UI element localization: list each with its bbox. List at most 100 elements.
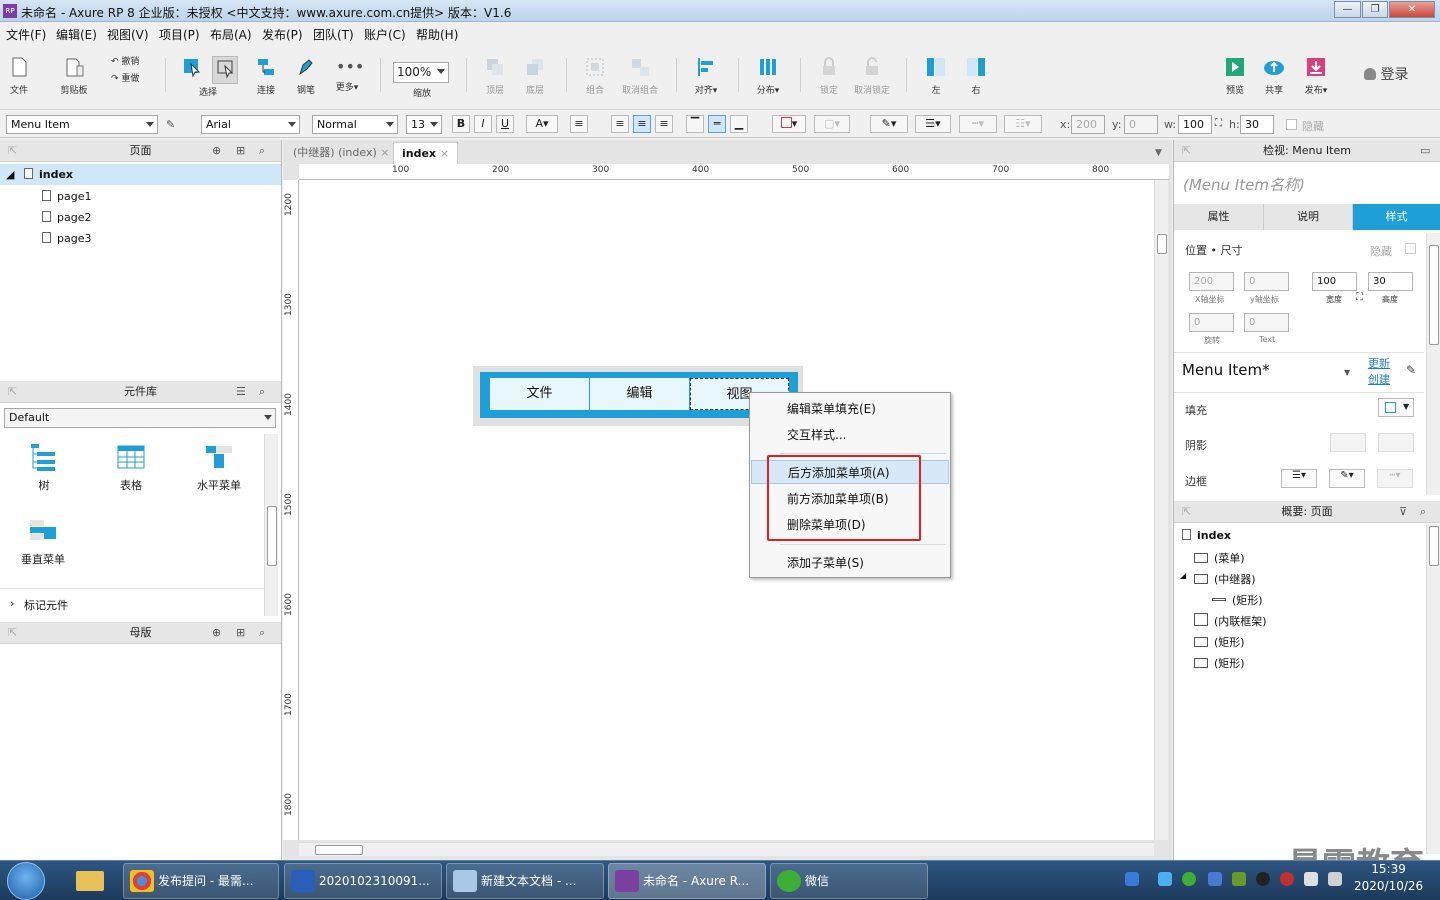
tab-notes[interactable]: 说明 [1264, 204, 1353, 230]
inspector-h-input[interactable]: 30 [1368, 272, 1413, 291]
page-item[interactable]: page2 [42, 211, 91, 224]
ctx-add-submenu[interactable]: 添加子菜单(S) [751, 551, 949, 575]
marker-widgets-row[interactable]: › 标记元件 [0, 588, 264, 618]
task-notepad[interactable]: 新建文本文档 - ... [446, 863, 604, 899]
menu-publish[interactable]: 发布(P) [262, 26, 303, 43]
line-pattern-button[interactable]: ┅▾ [959, 115, 997, 133]
unlock-button[interactable]: 取消锁定 [852, 56, 892, 96]
library-scrollbar[interactable] [264, 434, 278, 616]
dock-right-button[interactable]: 右 [964, 56, 988, 96]
distribute-button[interactable]: 分布▾ [752, 56, 784, 96]
pen-button[interactable]: 钢笔 [294, 56, 318, 96]
style-editor-icon[interactable]: ✎ [166, 118, 175, 131]
nvidia-icon[interactable] [1232, 872, 1246, 886]
add-master-icon[interactable]: ⊕ [212, 622, 221, 644]
send-to-bottom-button[interactable]: 底层 [522, 56, 548, 96]
scrollbar-thumb[interactable] [1429, 245, 1439, 345]
widget-vertical-menu[interactable]: 垂直菜单 [18, 516, 68, 567]
chevron-down-icon[interactable]: ▼ [1344, 368, 1350, 377]
menu-file[interactable]: 文件(F) [6, 26, 46, 43]
menu-team[interactable]: 团队(T) [313, 26, 354, 43]
undo-button[interactable]: ↶ 撤销 [111, 54, 139, 67]
y-input[interactable]: 0 [1124, 115, 1158, 134]
group-button[interactable]: 组合 [582, 56, 608, 96]
fill-color-picker[interactable]: ▼ [1378, 398, 1414, 417]
notes-page-icon[interactable]: ▭ [1420, 140, 1430, 162]
task-word[interactable]: 2020102310091... [284, 863, 442, 899]
ctx-interaction-style[interactable]: 交互样式... [751, 423, 949, 447]
redo-button[interactable]: ↷ 重做 [111, 71, 139, 84]
style-editor-icon[interactable]: ✎ [1406, 363, 1416, 377]
add-folder-icon[interactable]: ⊞ [236, 622, 245, 644]
arrow-style-button[interactable]: ☷▾ [1004, 115, 1042, 133]
outline-scrollbar[interactable] [1426, 524, 1440, 854]
preview-button[interactable]: 预览 [1222, 56, 1248, 96]
inspector-w-input[interactable]: 100 [1312, 272, 1357, 291]
bullet-list-button[interactable]: ≡ [570, 115, 588, 133]
line-width-button[interactable]: ☰▾ [915, 115, 951, 133]
page-index[interactable]: index [24, 168, 73, 181]
expand-arrow-icon[interactable]: ◢ [1180, 571, 1186, 580]
task-axure[interactable]: 未命名 - Axure R... [608, 863, 766, 899]
outline-root[interactable]: index [1182, 529, 1231, 542]
widget-name-input[interactable]: (Menu Item名称) [1183, 174, 1305, 195]
task-wechat[interactable]: 微信 [770, 863, 928, 899]
border-pattern-picker[interactable]: ┅▾ [1377, 469, 1413, 488]
menu-widget-item[interactable]: 编辑 [590, 378, 689, 410]
library-select[interactable]: Default [4, 408, 276, 428]
lock-ratio-icon[interactable]: ⛶ [1356, 292, 1363, 303]
dock-left-button[interactable]: 左 [924, 56, 948, 96]
ime-icon[interactable] [1125, 872, 1139, 886]
taskbar-clock[interactable]: 15:39 2020/10/26 [1354, 862, 1423, 893]
hidden-checkbox[interactable] [1405, 243, 1416, 254]
scrollbar-thumb[interactable] [267, 506, 277, 566]
tab-repeater[interactable]: (中继器) (index) × [285, 142, 397, 164]
align-button[interactable]: 对齐▾ [690, 56, 722, 96]
design-canvas[interactable] [299, 180, 1154, 840]
line-color-button[interactable]: ✎▾ [870, 115, 908, 133]
menu-view[interactable]: 视图(V) [107, 26, 149, 43]
scrollbar-thumb[interactable] [1429, 526, 1439, 566]
search-icon[interactable]: ⌕ [1420, 501, 1426, 523]
align-left-button[interactable]: ≡ [611, 115, 629, 133]
tab-properties[interactable]: 属性 [1174, 204, 1264, 230]
add-page-icon[interactable]: ⊕ [212, 140, 221, 162]
expand-arrow-icon[interactable]: ◢ [6, 168, 14, 181]
outline-item[interactable]: (矩形) [1212, 592, 1263, 608]
font-weight-select[interactable]: Normal [312, 115, 398, 134]
qq-icon[interactable] [1256, 872, 1270, 886]
pin-icon[interactable]: ⇱ [1182, 140, 1191, 162]
pin-icon[interactable]: ⇱ [8, 381, 17, 403]
canvas-horizontal-scrollbar[interactable] [299, 842, 1154, 856]
valign-bottom-button[interactable]: ▁ [730, 115, 748, 133]
align-center-button[interactable]: ≡ [633, 115, 651, 133]
share-button[interactable]: 共享 [1261, 56, 1287, 96]
menu-edit[interactable]: 编辑(E) [56, 26, 97, 43]
outline-item[interactable]: (内联框架) [1194, 613, 1267, 629]
valign-top-button[interactable]: ▔ [686, 115, 704, 133]
pin-icon[interactable]: ⇱ [8, 140, 17, 162]
widget-tree[interactable]: 树 [24, 442, 64, 493]
outline-item[interactable]: (中继器) [1194, 571, 1256, 587]
border-color-picker[interactable]: ✎▾ [1329, 469, 1365, 488]
task-chrome[interactable]: 发布提问 - 最需... [123, 863, 279, 899]
menu-project[interactable]: 项目(P) [159, 26, 200, 43]
border-width-picker[interactable]: ☰▾ [1281, 469, 1317, 488]
scrollbar-thumb[interactable] [315, 845, 363, 855]
outline-item[interactable]: (菜单) [1194, 550, 1245, 566]
hidden-checkbox[interactable] [1286, 119, 1297, 130]
clipboard-button[interactable]: 剪贴板 [56, 56, 92, 96]
close-icon[interactable]: × [380, 146, 389, 159]
w-input[interactable]: 100 [1178, 115, 1212, 134]
font-size-select[interactable]: 13 [406, 115, 442, 134]
ctx-edit-menu-fill[interactable]: 编辑菜单填充(E) [751, 397, 949, 421]
italic-button[interactable]: I [474, 115, 492, 133]
intersect-select-button[interactable] [212, 56, 238, 84]
filter-icon[interactable]: ⊽ [1399, 501, 1407, 523]
outline-item[interactable]: (矩形) [1194, 655, 1245, 671]
ungroup-button[interactable]: 取消组合 [616, 56, 664, 96]
widget-table[interactable]: 表格 [111, 442, 151, 493]
lock-button[interactable]: 锁定 [815, 56, 843, 96]
search-icon[interactable]: ⌕ [259, 381, 265, 403]
tray-app-icon[interactable] [1158, 872, 1172, 886]
